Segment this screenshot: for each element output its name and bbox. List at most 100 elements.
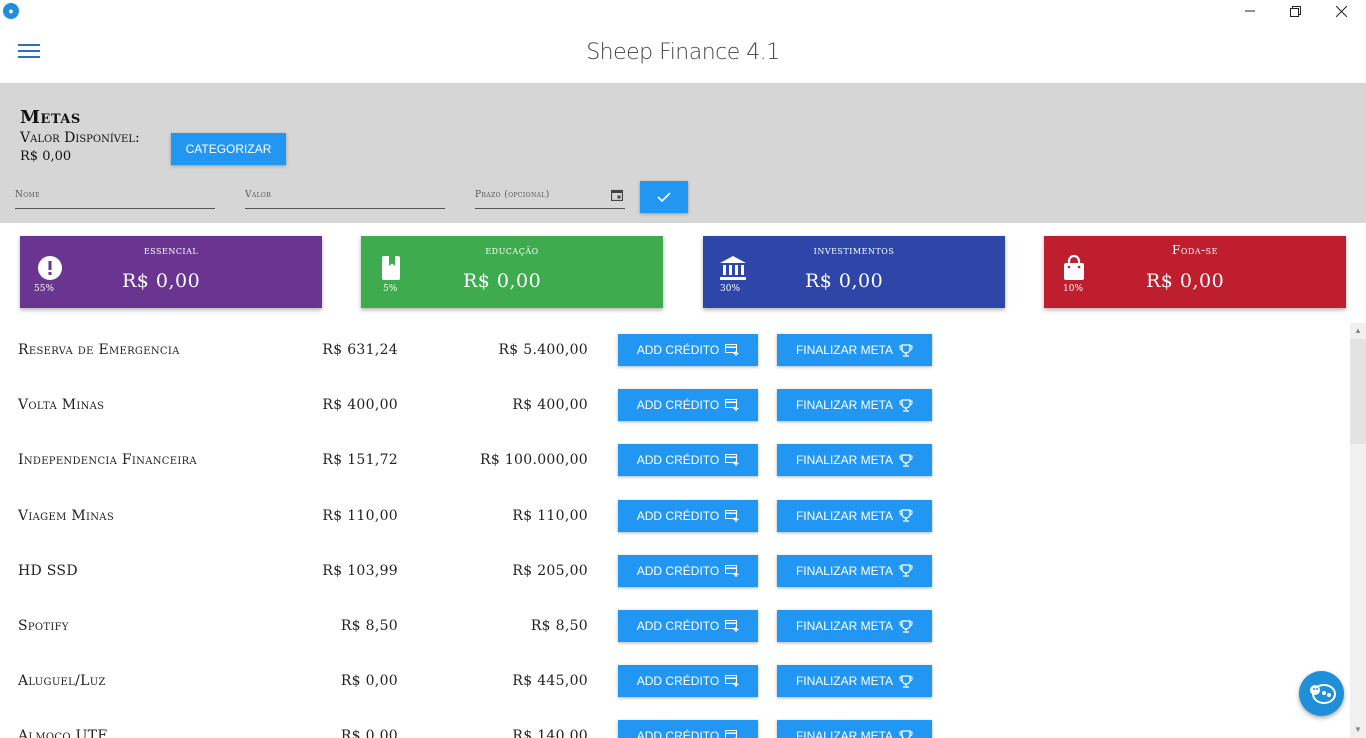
goal-current-value: R$ 0,00	[340, 728, 398, 738]
add-credit-button[interactable]: ADD CRÉDITO	[618, 720, 758, 738]
minimize-icon[interactable]	[1227, 0, 1273, 22]
add-credit-button[interactable]: ADD CRÉDITO	[618, 610, 758, 642]
card-value: R$ 0,00	[122, 270, 201, 292]
goal-current-value: R$ 0,00	[340, 673, 398, 690]
finish-goal-label: FINALIZAR META	[795, 729, 894, 738]
deadline-input[interactable]	[475, 181, 625, 208]
scrollbar[interactable]: ▲ ▼	[1350, 323, 1366, 738]
goal-row: Independencia Financeira R$ 151,72 R$ 100.…	[0, 433, 1350, 488]
finish-goal-label: FINALIZAR META	[795, 508, 894, 523]
card-percent: 55%	[34, 284, 55, 294]
goal-target-value: R$ 5.400,00	[498, 342, 588, 358]
scroll-up-icon[interactable]: ▲	[1350, 323, 1366, 339]
goal-row: Viagem Minas R$ 110,00 R$ 110,00 ADD CRÉDIT…	[0, 489, 1350, 544]
card-title: Foda-se	[1172, 243, 1218, 257]
credit-card-add-icon	[725, 620, 739, 632]
category-card-foda-se[interactable]: Foda-se 10% R$ 0,00	[1044, 236, 1346, 308]
page-title: Metas	[20, 107, 81, 128]
finish-goal-label: FINALIZAR META	[795, 453, 894, 468]
goal-name: Independencia Financeira	[18, 452, 197, 469]
goal-target-value: R$ 205,00	[512, 562, 588, 579]
credit-card-add-icon	[725, 509, 739, 522]
scroll-thumb[interactable]	[1350, 339, 1366, 444]
add-credit-label: ADD CRÉDITO	[636, 343, 720, 357]
goal-target-value: R$ 140,00	[512, 728, 588, 738]
restore-icon[interactable]	[1272, 0, 1318, 22]
trophy-icon	[899, 343, 913, 357]
window-titlebar: ●	[0, 0, 1366, 24]
bank-icon	[720, 256, 746, 280]
category-card-educacao[interactable]: educação 5% R$ 0,00	[361, 236, 663, 308]
value-field-wrapper	[245, 181, 445, 209]
goal-row: Almoço UTF R$ 0,00 R$ 140,00 ADD CRÉDITO FIN…	[0, 709, 1350, 738]
finish-goal-button[interactable]: FINALIZAR META	[777, 499, 932, 532]
goal-target-value: R$ 8,50	[530, 618, 588, 634]
card-title: essencial	[143, 243, 199, 257]
card-title: educação	[485, 243, 539, 257]
card-percent: 10%	[1063, 284, 1084, 294]
sheep-icon	[1309, 683, 1336, 704]
category-card-essencial[interactable]: essencial 55% R$ 0,00	[20, 236, 322, 308]
goal-row: Aluguel/Luz R$ 0,00 R$ 445,00 ADD CRÉDITO FI…	[0, 654, 1350, 709]
card-value: R$ 0,00	[805, 270, 884, 292]
categorize-button[interactable]: CATEGORIZAR	[171, 133, 286, 165]
name-input[interactable]	[15, 181, 215, 208]
finish-goal-button[interactable]: FINALIZAR META	[777, 665, 932, 698]
add-credit-label: ADD CRÉDITO	[636, 453, 720, 468]
app-header: Sheep Finance 4.1	[0, 24, 1366, 83]
alert-circle-icon	[38, 256, 62, 280]
finish-goal-button[interactable]: FINALIZAR META	[777, 720, 932, 738]
credit-card-add-icon	[725, 399, 739, 412]
goal-current-value: R$ 8,50	[340, 618, 398, 634]
book-icon	[382, 256, 400, 280]
credit-card-add-icon	[725, 675, 739, 688]
goal-target-value: R$ 445,00	[512, 673, 588, 690]
goal-name: Reserva de Emergencia	[18, 342, 180, 358]
card-percent: 30%	[720, 284, 741, 294]
app-logo-icon: ●	[3, 3, 19, 19]
goal-target-value: R$ 110,00	[512, 507, 588, 524]
credit-card-add-icon	[725, 730, 738, 738]
goal-current-value: R$ 110,00	[322, 507, 398, 524]
goal-row: HD SSD R$ 103,99 R$ 205,00 ADD CRÉDITO FINAL…	[0, 544, 1350, 599]
add-credit-label: ADD CRÉDITO	[636, 674, 720, 689]
add-credit-button[interactable]: ADD CRÉDITO	[618, 499, 758, 532]
finish-goal-label: FINALIZAR META	[795, 343, 894, 357]
value-input[interactable]	[245, 181, 445, 208]
available-value: R$ 0,00	[20, 149, 72, 164]
credit-card-add-icon	[725, 564, 739, 577]
add-credit-button[interactable]: ADD CRÉDITO	[618, 389, 758, 422]
finish-goal-button[interactable]: FINALIZAR META	[777, 334, 932, 366]
finish-goal-label: FINALIZAR META	[795, 619, 894, 633]
credit-card-add-icon	[725, 454, 739, 467]
card-value: R$ 0,00	[1146, 270, 1225, 292]
add-credit-button[interactable]: ADD CRÉDITO	[618, 665, 758, 698]
sheep-info-button[interactable]	[1299, 671, 1344, 716]
scroll-down-icon[interactable]: ▼	[1350, 722, 1366, 738]
finish-goal-button[interactable]: FINALIZAR META	[777, 610, 932, 642]
goal-current-value: R$ 151,72	[322, 452, 398, 469]
goal-row: Volta Minas R$ 400,00 R$ 400,00 ADD CRÉDITO…	[0, 378, 1350, 433]
add-credit-button[interactable]: ADD CRÉDITO	[618, 554, 758, 587]
close-icon[interactable]	[1318, 0, 1364, 22]
add-credit-label: ADD CRÉDITO	[636, 619, 720, 633]
add-credit-button[interactable]: ADD CRÉDITO	[618, 444, 758, 477]
goal-name: Viagem Minas	[18, 507, 114, 524]
finish-goal-button[interactable]: FINALIZAR META	[777, 554, 932, 587]
name-field-wrapper	[15, 181, 215, 209]
calendar-icon[interactable]	[611, 189, 623, 201]
card-title: investimentos	[813, 243, 895, 257]
goals-list[interactable]: Reserva de Emergencia R$ 631,24 R$ 5.400,0…	[0, 323, 1350, 738]
goal-name: Spotify	[18, 618, 69, 634]
confirm-button[interactable]	[640, 181, 688, 213]
card-percent: 5%	[383, 284, 398, 294]
finish-goal-button[interactable]: FINALIZAR META	[777, 389, 932, 422]
add-credit-button[interactable]: ADD CRÉDITO	[618, 334, 758, 366]
goal-row: Reserva de Emergencia R$ 631,24 R$ 5.400,0…	[0, 323, 1350, 378]
available-label: Valor Disponível:	[20, 130, 140, 146]
goal-name: HD SSD	[18, 562, 78, 579]
finish-goal-label: FINALIZAR META	[795, 398, 894, 413]
finish-goal-button[interactable]: FINALIZAR META	[777, 444, 932, 477]
credit-card-add-icon	[725, 344, 739, 356]
category-card-investimentos[interactable]: investimentos 30% R$ 0,00	[703, 236, 1005, 308]
